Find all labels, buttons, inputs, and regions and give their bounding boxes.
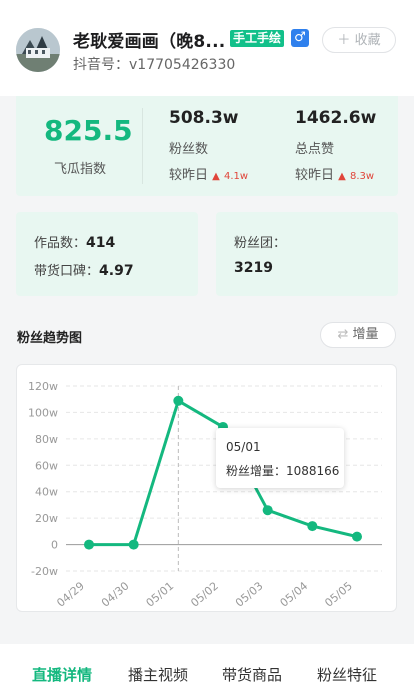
fan-group-box[interactable]: 粉丝团： 3219 xyxy=(216,212,398,296)
swap-icon: ⇄ xyxy=(337,327,349,342)
category-tag: 手工手绘 xyxy=(230,30,285,47)
trend-title: 粉丝趋势图 xyxy=(17,331,83,346)
up-arrow-icon: ▲ xyxy=(338,171,346,182)
favorite-button[interactable]: ＋ 收藏 xyxy=(322,27,396,53)
works-value: 414 xyxy=(86,235,116,251)
douyin-id: 抖音号：v17705426330 xyxy=(73,57,236,73)
fans-label: 粉丝数 xyxy=(169,142,209,157)
tab-fan-features[interactable]: 粉丝特征 xyxy=(317,664,377,685)
tooltip-value: 粉丝增量：1088166 xyxy=(226,464,340,478)
likes-compare-value: 8.3w xyxy=(350,171,375,182)
tooltip-date: 05/01 xyxy=(226,440,261,454)
reputation-row: 带货口碑：4.97 xyxy=(34,260,134,279)
divider xyxy=(142,108,143,184)
reputation-label: 带货口碑： xyxy=(34,264,100,279)
likes-label: 总点赞 xyxy=(295,142,335,157)
chart-tooltip: 05/01 粉丝增量：1088166 xyxy=(216,428,344,488)
avatar-image xyxy=(16,28,60,72)
profile-name: 老耿爱画画（晚8... xyxy=(73,32,226,52)
bottom-tab-bar: 直播详情 播主视频 带货商品 粉丝特征 xyxy=(0,644,414,692)
plus-icon: ＋ xyxy=(337,33,351,48)
fan-group-value: 3219 xyxy=(234,260,273,276)
favorite-label: 收藏 xyxy=(354,33,381,48)
likes-count: 1462.6w xyxy=(295,108,377,128)
tab-anchor-videos[interactable]: 播主视频 xyxy=(128,664,188,685)
fans-compare-value: 4.1w xyxy=(224,171,249,182)
likes-compare: 较昨日 ▲ 8.3w xyxy=(295,164,374,183)
tab-live-details[interactable]: 直播详情 xyxy=(32,664,92,685)
fans-compare: 较昨日 ▲ 4.1w xyxy=(169,164,248,183)
fan-group-label: 粉丝团： xyxy=(234,236,287,251)
works-reputation-box: 作品数：414 带货口碑：4.97 xyxy=(16,212,198,296)
avatar[interactable] xyxy=(16,28,60,72)
tab-products[interactable]: 带货商品 xyxy=(222,664,282,685)
likes-compare-label: 较昨日 xyxy=(295,168,335,183)
fans-count: 508.3w xyxy=(169,108,239,128)
stats-card: 825.5 飞瓜指数 508.3w 粉丝数 较昨日 ▲ 4.1w 1462.6w… xyxy=(16,96,398,196)
male-icon: ♂ xyxy=(291,29,309,47)
fans-compare-label: 较昨日 xyxy=(169,168,209,183)
chart-container xyxy=(16,364,397,612)
feigua-score: 825.5 xyxy=(44,114,133,147)
profile-header: 老耿爱画画（晚8... 手工手绘 ♂ ＋ 收藏 抖音号：v17705426330 xyxy=(0,0,414,96)
works-label: 作品数： xyxy=(34,236,87,251)
up-arrow-icon: ▲ xyxy=(212,171,220,182)
increase-toggle-button[interactable]: ⇄ 增量 xyxy=(320,322,396,348)
works-row: 作品数：414 xyxy=(34,232,115,251)
increase-toggle-label: 增量 xyxy=(352,327,379,342)
feigua-score-label: 飞瓜指数 xyxy=(54,162,107,177)
reputation-value: 4.97 xyxy=(99,263,134,279)
